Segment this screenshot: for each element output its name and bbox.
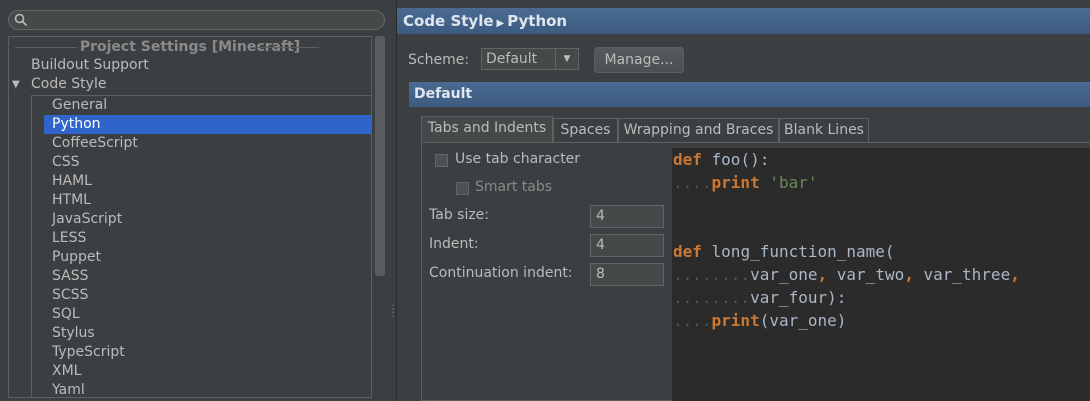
smart-tabs-checkbox[interactable] [456, 182, 469, 195]
code-line: def foo(): [673, 149, 769, 171]
tree-item-label: Code Style [31, 76, 107, 92]
tab-spaces[interactable]: Spaces [553, 118, 618, 142]
code-line: def long_function_name( [673, 241, 895, 263]
tree-item-css[interactable]: CSS [44, 153, 371, 172]
scheme-dropdown[interactable]: Default ▼ [481, 48, 579, 70]
tree-item-buildout[interactable]: Buildout Support [31, 56, 149, 75]
tab-tabs-and-indents[interactable]: Tabs and Indents [421, 116, 553, 142]
smart-tabs-label: Smart tabs [475, 179, 553, 195]
code-token: var_three [923, 265, 1011, 284]
indent-label: Indent: [429, 236, 479, 252]
breadcrumb-code-style: Code Style [403, 12, 494, 30]
use-tab-label: Use tab character [455, 151, 581, 167]
code-token: var_four): [750, 288, 847, 307]
code-token: foo(): [701, 150, 770, 169]
tree-title: Project Settings [Minecraft] [9, 38, 371, 56]
tree-item-stylus[interactable]: Stylus [44, 324, 371, 343]
tree-item-typescript[interactable]: TypeScript [44, 343, 371, 362]
code-token: print [711, 311, 760, 330]
tree-scrollbar[interactable] [375, 36, 385, 276]
code-token: print [711, 173, 760, 192]
code-token: var_one [750, 265, 818, 284]
code-token: def [673, 150, 702, 169]
whitespace-marker: .... [673, 311, 712, 330]
breadcrumb-python: Python [507, 12, 568, 30]
settings-search-input[interactable] [8, 10, 385, 30]
tree-item-python[interactable]: Python [44, 115, 371, 134]
code-token: 'bar' [769, 173, 818, 192]
tree-item-sass[interactable]: SASS [44, 267, 371, 286]
tree-item-yaml[interactable]: Yaml [44, 381, 371, 397]
whitespace-marker: ........ [673, 288, 751, 307]
code-token: def [673, 242, 702, 261]
tree-item-html[interactable]: HTML [44, 191, 371, 210]
tree-item-xml[interactable]: XML [44, 362, 371, 381]
whitespace-marker: .... [673, 173, 712, 192]
manage-button[interactable]: Manage... [594, 47, 684, 73]
search-icon [14, 13, 28, 31]
code-style-children: General Python CoffeeScript CSS HAML HTM… [31, 95, 371, 397]
code-token: long_function_name( [701, 242, 895, 261]
code-token: var_two [836, 265, 905, 284]
section-title: Default [409, 82, 1090, 107]
use-tab-checkbox[interactable] [435, 154, 448, 167]
tree-item-puppet[interactable]: Puppet [44, 248, 371, 267]
tree-item-general[interactable]: General [44, 96, 371, 115]
tab-blank-lines[interactable]: Blank Lines [779, 118, 869, 142]
code-line: ....print(var_one) [673, 310, 846, 332]
tree-item-sql[interactable]: SQL [44, 305, 371, 324]
chevron-right-icon: ▶ [496, 18, 505, 29]
tree-item-code-style[interactable]: ▼ Code Style [9, 75, 209, 94]
code-line: ....print 'bar' [673, 172, 818, 194]
scheme-value: Default [486, 51, 538, 67]
continuation-indent-field[interactable]: 8 [590, 263, 664, 286]
code-line: ........var_one, var_two, var_three, [673, 265, 1020, 284]
tab-size-field[interactable]: 4 [590, 205, 664, 228]
tree-item-scss[interactable]: SCSS [44, 286, 371, 305]
settings-sidebar: Project Settings [Minecraft] Buildout Su… [0, 0, 398, 401]
expand-arrow-icon[interactable]: ▼ [12, 75, 20, 94]
scheme-label: Scheme: [408, 52, 470, 68]
whitespace-marker: ........ [673, 265, 751, 284]
indent-field[interactable]: 4 [590, 234, 664, 257]
splitter-handle-icon[interactable]: ⋮ ⋮ [388, 305, 398, 322]
code-preview: def foo(): ....print 'bar' def long_func… [672, 148, 1090, 401]
chevron-down-icon[interactable]: ▼ [555, 49, 578, 69]
settings-tree: Project Settings [Minecraft] Buildout Su… [8, 36, 372, 398]
code-line: ........var_four): [673, 287, 846, 309]
tree-item-javascript[interactable]: JavaScript [44, 210, 371, 229]
continuation-indent-label: Continuation indent: [429, 265, 573, 281]
tree-item-less[interactable]: LESS [44, 229, 371, 248]
code-token: (var_one) [759, 311, 847, 330]
tree-item-coffeescript[interactable]: CoffeeScript [44, 134, 371, 153]
settings-content: Code Style ▶ Python Scheme: Default ▼ Mana… [396, 0, 1090, 401]
tab-wrapping-and-braces[interactable]: Wrapping and Braces [618, 118, 779, 142]
tree-item-haml[interactable]: HAML [44, 172, 371, 191]
tab-size-label: Tab size: [429, 207, 490, 223]
breadcrumb: Code Style ▶ Python [397, 8, 1090, 34]
